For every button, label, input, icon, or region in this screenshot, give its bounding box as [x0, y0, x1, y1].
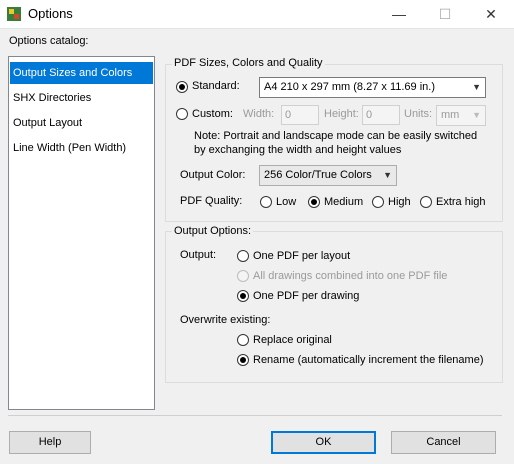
height-value: 0 — [366, 109, 373, 121]
quality-low-radio[interactable] — [260, 196, 272, 208]
one-pdf-per-drawing-label: One PDF per drawing — [253, 290, 360, 302]
height-label: Height: — [324, 108, 359, 120]
chevron-down-icon: ▼ — [472, 110, 481, 120]
quality-extra-high-radio[interactable] — [420, 196, 432, 208]
quality-extra-high-label: Extra high — [436, 196, 486, 208]
options-catalog-label: Options catalog: — [9, 35, 89, 47]
all-combined-radio[interactable] — [237, 270, 249, 282]
quality-medium-radio[interactable] — [308, 196, 320, 208]
units-value: mm — [441, 109, 460, 121]
overwrite-label: Overwrite existing: — [180, 314, 271, 326]
height-field[interactable]: 0 — [362, 105, 400, 125]
divider — [8, 415, 502, 416]
one-pdf-per-drawing-radio[interactable] — [237, 290, 249, 302]
quality-low-label: Low — [276, 196, 297, 208]
all-combined-label: All drawings combined into one PDF file — [253, 270, 448, 282]
cancel-button[interactable]: Cancel — [391, 431, 496, 454]
custom-label: Custom: — [192, 108, 233, 120]
units-label: Units: — [404, 108, 433, 120]
quality-medium-label: Medium — [324, 196, 364, 208]
catalog-item-line-width[interactable]: Line Width (Pen Width) — [10, 137, 153, 159]
output-color-label: Output Color: — [180, 169, 246, 181]
output-color-select[interactable]: 256 Color/True Colors ▼ — [259, 165, 397, 186]
quality-high-radio[interactable] — [372, 196, 384, 208]
catalog-item-shx-directories[interactable]: SHX Directories — [10, 87, 153, 109]
minimize-icon[interactable]: — — [376, 0, 422, 28]
note-line-1: Note: Portrait and landscape mode can be… — [194, 130, 478, 142]
output-label: Output: — [180, 249, 217, 261]
app-icon — [7, 7, 21, 21]
help-button[interactable]: Help — [9, 431, 91, 454]
width-label: Width: — [243, 108, 275, 120]
standard-radio[interactable] — [176, 81, 188, 93]
units-select[interactable]: mm ▼ — [436, 105, 486, 126]
output-options-title: Output Options: — [172, 225, 254, 237]
output-color-value: 256 Color/True Colors — [264, 169, 372, 181]
note-line-2: by exchanging the width and height value… — [194, 144, 402, 156]
pdf-quality-label: PDF Quality: — [180, 195, 243, 207]
standard-label: Standard: — [192, 80, 240, 92]
close-icon[interactable]: ✕ — [468, 0, 514, 28]
chevron-down-icon: ▼ — [383, 170, 392, 180]
options-catalog-list[interactable]: Output Sizes and Colors SHX Directories … — [8, 56, 155, 410]
width-field[interactable]: 0 — [281, 105, 319, 125]
maximize-icon[interactable]: ☐ — [422, 0, 468, 28]
width-value: 0 — [285, 109, 292, 121]
chevron-down-icon: ▼ — [472, 82, 481, 92]
window-title: Options — [28, 6, 73, 21]
replace-original-radio[interactable] — [237, 334, 249, 346]
standard-size-value: A4 210 x 297 mm (8.27 x 11.69 in.) — [264, 81, 435, 93]
one-pdf-per-layout-radio[interactable] — [237, 250, 249, 262]
pdf-group-title: PDF Sizes, Colors and Quality — [172, 57, 325, 69]
rename-radio[interactable] — [237, 354, 249, 366]
one-pdf-per-layout-label: One PDF per layout — [253, 250, 351, 262]
quality-high-label: High — [388, 196, 411, 208]
catalog-item-output-layout[interactable]: Output Layout — [10, 112, 153, 134]
rename-label: Rename (automatically increment the file… — [253, 354, 484, 366]
standard-size-select[interactable]: A4 210 x 297 mm (8.27 x 11.69 in.) ▼ — [259, 77, 486, 98]
ok-button[interactable]: OK — [271, 431, 376, 454]
replace-original-label: Replace original — [253, 334, 332, 346]
title-bar: Options — ☐ ✕ — [0, 0, 514, 29]
custom-radio[interactable] — [176, 108, 188, 120]
catalog-item-output-sizes[interactable]: Output Sizes and Colors — [10, 62, 153, 84]
